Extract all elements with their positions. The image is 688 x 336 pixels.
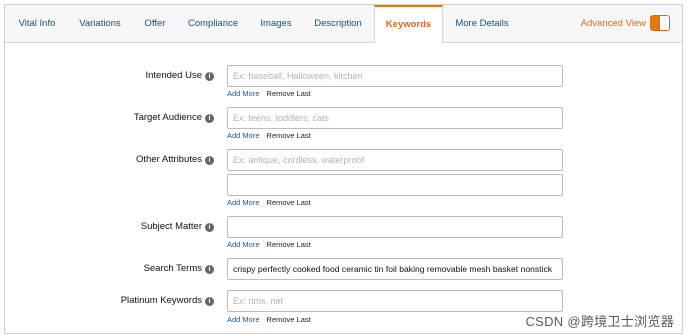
advanced-view-toggle[interactable] <box>650 15 670 31</box>
platinum-keywords-input[interactable] <box>227 290 563 312</box>
advanced-view-label: Advanced View <box>580 18 646 29</box>
target-audience-links: Add More Remove Last <box>227 131 311 140</box>
tab-description[interactable]: Description <box>314 5 362 42</box>
remove-last-link[interactable]: Remove Last <box>267 131 311 140</box>
tab-more-details[interactable]: More Details <box>454 5 510 42</box>
listing-editor-panel: Vital Info Variations Offer Compliance I… <box>4 4 683 334</box>
subject-matter-links: Add More Remove Last <box>227 240 311 249</box>
info-icon[interactable]: i <box>205 223 214 232</box>
intended-use-label-text: Intended Use <box>145 70 202 81</box>
tab-offer[interactable]: Offer <box>141 5 169 42</box>
other-attributes-input-2[interactable] <box>227 174 563 196</box>
platinum-keywords-label: Platinum Keywords i <box>121 295 214 306</box>
tab-images[interactable]: Images <box>258 5 294 42</box>
remove-last-link[interactable]: Remove Last <box>267 89 311 98</box>
toggle-knob <box>659 16 669 30</box>
subject-matter-label: Subject Matter i <box>141 221 214 232</box>
tab-compliance[interactable]: Compliance <box>188 5 238 42</box>
remove-last-link[interactable]: Remove Last <box>267 198 311 207</box>
remove-last-link[interactable]: Remove Last <box>267 240 311 249</box>
tab-vital-info[interactable]: Vital Info <box>17 5 57 42</box>
info-icon[interactable]: i <box>205 72 214 81</box>
add-more-link[interactable]: Add More <box>227 315 260 324</box>
subject-matter-label-text: Subject Matter <box>140 221 202 232</box>
info-icon[interactable]: i <box>205 265 214 274</box>
info-icon[interactable]: i <box>205 156 214 165</box>
intended-use-links: Add More Remove Last <box>227 89 311 98</box>
target-audience-input[interactable] <box>227 107 563 129</box>
watermark-text: CSDN @跨境卫士浏览器 <box>525 314 674 329</box>
tab-bar: Vital Info Variations Offer Compliance I… <box>5 5 682 43</box>
other-attributes-label-text: Other Attributes <box>135 154 202 165</box>
target-audience-label-text: Target Audience <box>133 112 202 123</box>
platinum-keywords-label-text: Platinum Keywords <box>120 295 202 306</box>
add-more-link[interactable]: Add More <box>227 131 260 140</box>
target-audience-label: Target Audience i <box>134 112 214 123</box>
other-attributes-links: Add More Remove Last <box>227 198 311 207</box>
intended-use-input[interactable] <box>227 65 563 87</box>
add-more-link[interactable]: Add More <box>227 240 260 249</box>
add-more-link[interactable]: Add More <box>227 198 260 207</box>
intended-use-label: Intended Use i <box>145 70 214 81</box>
info-icon[interactable]: i <box>205 297 214 306</box>
tab-variations[interactable]: Variations <box>78 5 122 42</box>
info-icon[interactable]: i <box>205 114 214 123</box>
search-terms-label-text: Search Terms <box>143 263 202 274</box>
tab-keywords[interactable]: Keywords <box>374 5 443 43</box>
search-terms-label: Search Terms i <box>144 263 214 274</box>
other-attributes-label: Other Attributes i <box>136 154 214 165</box>
search-terms-input[interactable] <box>227 258 563 280</box>
remove-last-link[interactable]: Remove Last <box>267 315 311 324</box>
add-more-link[interactable]: Add More <box>227 89 260 98</box>
other-attributes-input[interactable] <box>227 149 563 171</box>
platinum-keywords-links: Add More Remove Last <box>227 315 311 324</box>
subject-matter-input[interactable] <box>227 216 563 238</box>
